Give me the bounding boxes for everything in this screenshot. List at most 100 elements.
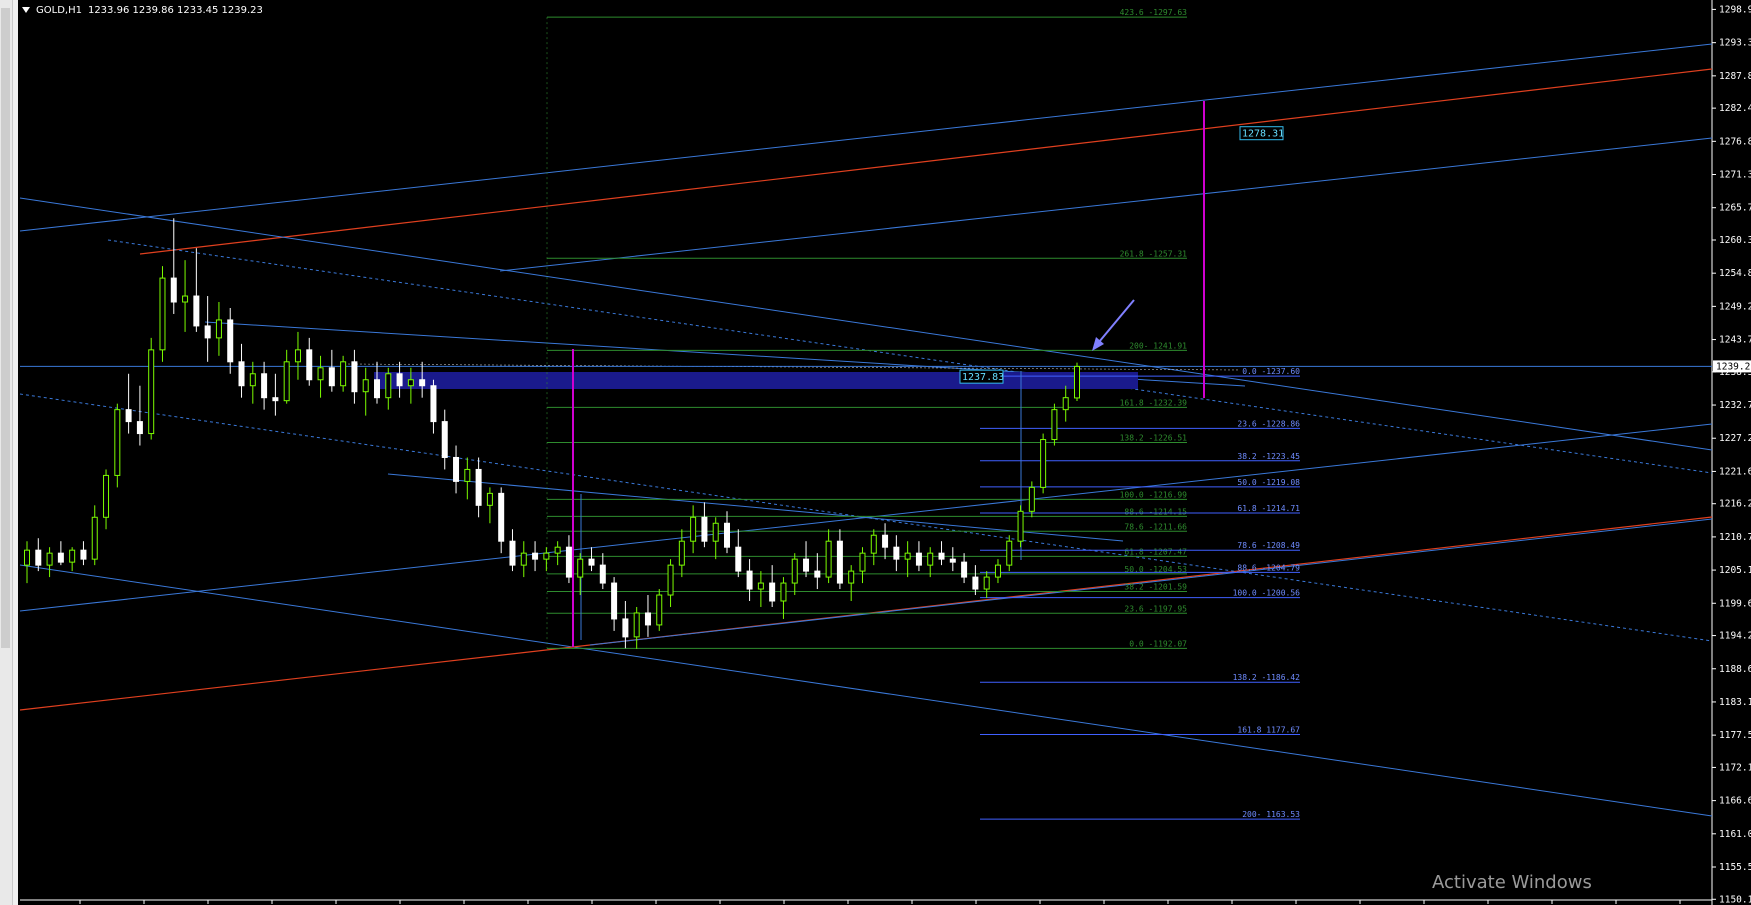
candle-body xyxy=(486,492,493,506)
candlestick-chart[interactable]: 1298.93 1293.37 1287.82 1282.42 1276.87 1271.… xyxy=(0,0,1751,905)
candle-body xyxy=(836,540,843,584)
candle-body xyxy=(791,558,798,584)
candle-body xyxy=(961,561,968,578)
candle-body xyxy=(91,516,98,560)
candle-body xyxy=(848,570,855,584)
candle-body xyxy=(859,552,866,572)
fib-blue-label: 88.6 -1204.79 xyxy=(1237,563,1300,572)
candle-body xyxy=(328,367,335,387)
price-axis-tick-label: 1265.77 xyxy=(1719,203,1751,214)
candle-body xyxy=(712,522,719,542)
price-axis-tick-label: 1205.17 xyxy=(1719,565,1751,576)
fib-green-label: 23.6 -1197.95 xyxy=(1124,604,1187,613)
target-label: 1278.31 xyxy=(1242,129,1284,140)
symbol-menu-chevron-icon[interactable] xyxy=(22,7,30,13)
price-label: 1237.83 xyxy=(962,372,1004,383)
candle-body xyxy=(1017,510,1024,542)
price-axis-tick-label: 1183.12 xyxy=(1719,697,1751,708)
candle-body xyxy=(57,552,64,563)
fib-blue-label: 0.0 -1237.60 xyxy=(1242,367,1300,376)
candle-body xyxy=(656,594,663,626)
price-axis-tick-label: 1199.62 xyxy=(1719,598,1751,609)
candle-body xyxy=(430,385,437,423)
candle-body xyxy=(362,379,369,393)
price-axis-tick-label: 1243.72 xyxy=(1719,335,1751,346)
candle-body xyxy=(724,522,730,548)
candle-body xyxy=(915,552,922,566)
price-axis-tick-label: 1216.27 xyxy=(1719,499,1751,510)
candle-body xyxy=(588,558,595,566)
fib-blue-label: 61.8 -1214.71 xyxy=(1237,504,1300,513)
candle-body xyxy=(1062,397,1069,411)
candle-body xyxy=(565,546,572,578)
price-axis-tick-label: 1276.87 xyxy=(1719,136,1751,147)
candle-body xyxy=(249,373,256,387)
candle-body xyxy=(306,349,313,381)
fib-green-label: 138.2 -1226.51 xyxy=(1120,433,1188,442)
price-axis-tick-label: 1298.93 xyxy=(1719,4,1751,15)
candle-body xyxy=(1074,365,1080,399)
fib-blue-label: 78.6 -1208.49 xyxy=(1237,541,1300,550)
candle-body xyxy=(893,546,900,560)
candle-body xyxy=(396,373,403,387)
candle-body xyxy=(1051,409,1058,441)
candle-body xyxy=(769,582,776,602)
candle-body xyxy=(69,549,76,563)
candle-body xyxy=(498,492,505,542)
price-axis-tick-label: 1293.37 xyxy=(1719,38,1751,49)
fib-green-label: 78.6 -1211.66 xyxy=(1124,522,1187,531)
candle-body xyxy=(927,552,934,566)
candle-body xyxy=(577,558,584,578)
candle-body xyxy=(272,397,279,402)
candle-body xyxy=(644,612,651,626)
price-axis-tick-label: 1166.62 xyxy=(1719,796,1751,807)
candle-body xyxy=(441,421,448,458)
price-axis-tick-label: 1150.12 xyxy=(1719,894,1751,905)
price-axis-tick-label: 1177.57 xyxy=(1719,730,1751,741)
price-axis-tick-label: 1282.42 xyxy=(1719,103,1751,114)
price-axis-tick-label: 1161.07 xyxy=(1719,829,1751,840)
candle-body xyxy=(690,516,697,542)
candle-body xyxy=(746,570,753,590)
candle-body xyxy=(520,552,527,566)
current-price-tag-label: 1239.23 xyxy=(1716,361,1751,372)
candle-body xyxy=(633,612,640,638)
candle-body xyxy=(182,295,189,303)
chart-window: 1298.93 1293.37 1287.82 1282.42 1276.87 1271.… xyxy=(0,0,1751,905)
price-axis-tick-label: 1254.82 xyxy=(1719,268,1751,279)
candle-body xyxy=(870,534,877,554)
resistance-zone xyxy=(374,372,1138,389)
candle-body xyxy=(972,576,979,590)
upper-channel-line xyxy=(19,43,1713,232)
candle-body xyxy=(385,373,392,399)
candle-body xyxy=(215,319,222,339)
candle-body xyxy=(136,421,143,435)
candle-body xyxy=(148,349,155,435)
fib-green-label: 0.0 -1192.07 xyxy=(1129,639,1187,648)
candle-body xyxy=(24,549,30,566)
price-axis-tick-label: 1172.17 xyxy=(1719,762,1751,773)
candle-body xyxy=(351,361,358,393)
fib-blue-label: 138.2 -1186.42 xyxy=(1233,673,1301,682)
candle-body xyxy=(453,456,460,482)
fib-green-label: 100.0 -1216.99 xyxy=(1120,490,1188,499)
price-axis-tick-label: 1194.22 xyxy=(1719,631,1751,642)
candle-body xyxy=(949,558,956,563)
candle-body xyxy=(227,319,234,363)
candle-body xyxy=(35,549,42,566)
candle-body xyxy=(983,576,990,590)
candle-body xyxy=(509,540,516,566)
fib-green-label: 200- 1241.91 xyxy=(1129,341,1187,350)
ohlc-values: 1233.96 1239.86 1233.45 1239.23 xyxy=(87,4,263,16)
candle-body xyxy=(904,552,911,560)
candle-body xyxy=(814,570,821,578)
price-axis-tick-label: 1155.52 xyxy=(1719,862,1751,873)
fib-blue-label: 200- 1163.53 xyxy=(1242,810,1300,819)
price-axis-tick-label: 1287.82 xyxy=(1719,71,1751,82)
price-axis-tick-label: 1249.27 xyxy=(1719,301,1751,312)
candle-body xyxy=(283,361,290,402)
candle-body xyxy=(780,582,787,602)
price-axis-tick-label: 1232.77 xyxy=(1719,400,1751,411)
candle-body xyxy=(622,618,629,638)
candle-body xyxy=(103,474,110,518)
